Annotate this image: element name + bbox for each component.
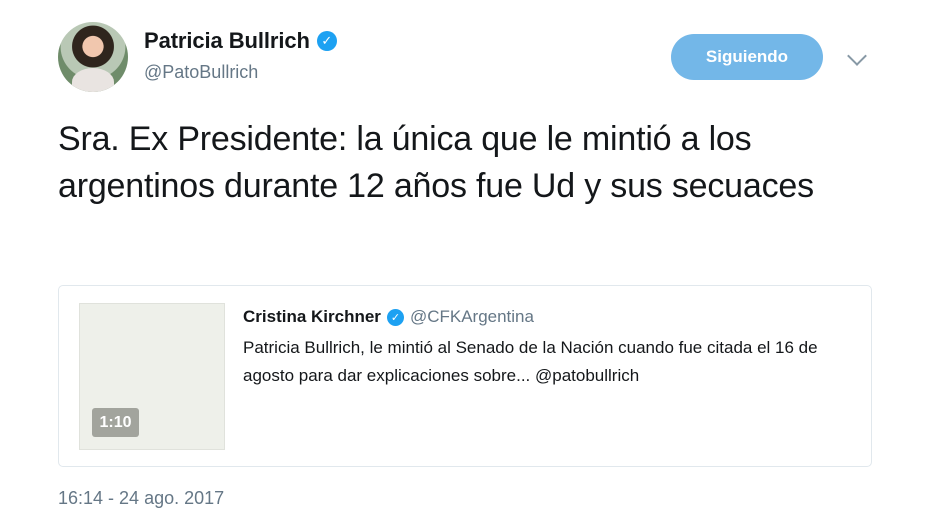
following-button[interactable]: Siguiendo <box>671 34 823 80</box>
avatar[interactable] <box>58 22 128 92</box>
quoted-tweet-text: Patricia Bullrich, le mintió al Senado d… <box>243 338 818 385</box>
quoted-tweet-header: Cristina Kirchner ✓ @CFKArgentina <box>243 307 534 327</box>
author-handle[interactable]: @PatoBullrich <box>144 62 258 83</box>
verified-badge-icon: ✓ <box>316 31 337 51</box>
quoted-verified-badge-icon: ✓ <box>386 308 404 326</box>
chevron-down-icon[interactable] <box>847 46 867 66</box>
video-duration-badge: 1:10 <box>92 408 139 437</box>
author-name[interactable]: Patricia Bullrich <box>144 28 310 54</box>
quoted-author-handle[interactable]: @CFKArgentina <box>410 307 534 327</box>
quoted-tweet-card[interactable]: 1:10 Cristina Kirchner ✓ @CFKArgentina P… <box>58 285 872 467</box>
tweet-timestamp[interactable]: 16:14 - 24 ago. 2017 <box>58 488 224 509</box>
author-name-row: Patricia Bullrich ✓ <box>144 28 337 54</box>
tweet-text: Sra. Ex Presidente: la única que le mint… <box>58 120 814 205</box>
video-thumbnail[interactable]: 1:10 <box>79 303 225 450</box>
quoted-author-name[interactable]: Cristina Kirchner <box>243 307 381 327</box>
